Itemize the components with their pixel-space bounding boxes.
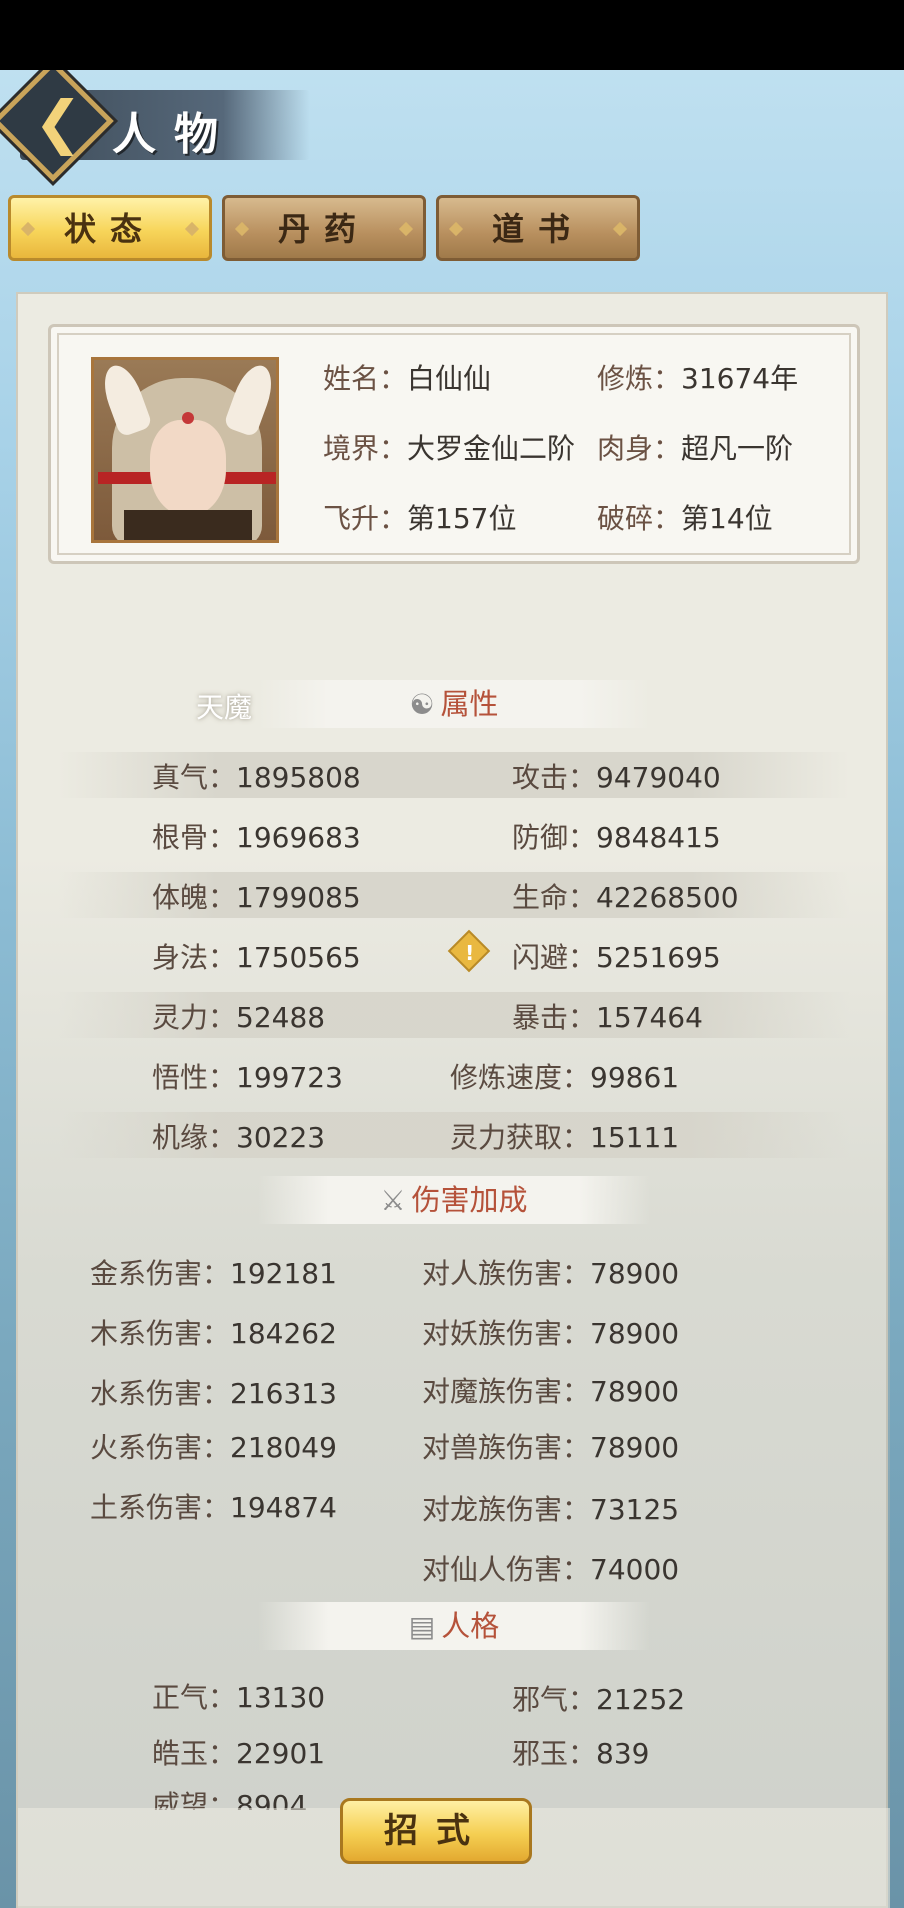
damage-stat: 土系伤害：194874 (90, 1491, 337, 1524)
crossed-swords-icon: ⚔ (380, 1184, 406, 1217)
damage-stat: 对妖族伤害：78900 (422, 1317, 680, 1350)
skills-button[interactable]: 招式 (340, 1798, 532, 1864)
attr-stat: 攻击：9479040 (512, 761, 721, 794)
personality-stat: 邪气：21252 (512, 1683, 686, 1716)
attr-stat: 修炼速度：99861 (450, 1061, 680, 1094)
attr-stat: 防御：9848415 (512, 821, 721, 854)
scroll-icon: ▤ (408, 1610, 436, 1643)
avatar-gem (182, 412, 194, 424)
tab-label: 状态 (63, 210, 156, 248)
attr-stat: 根骨：1969683 (152, 821, 361, 854)
attr-stat: 真气：1895808 (152, 761, 361, 794)
avatar-face (150, 420, 226, 516)
attr-stat: 机缘：30223 (152, 1121, 326, 1154)
section-personality: ▤ 人格 (258, 1602, 650, 1650)
damage-stat: 火系伤害：218049 (90, 1431, 337, 1464)
tab-label: 丹药 (277, 210, 370, 248)
attr-stat: 身法：1750565 (152, 941, 361, 974)
attr-stat: 体魄：1799085 (152, 881, 361, 914)
attr-stat: 闪避：5251695 (512, 941, 721, 974)
attr-stat: 暴击：157464 (512, 1001, 703, 1034)
damage-stat: 对兽族伤害：78900 (422, 1431, 680, 1464)
personality-stat: 邪玉：839 (512, 1737, 650, 1770)
profile-ascend: 飞升：第157位 (323, 502, 517, 535)
tab-ornament (612, 221, 628, 237)
damage-stat: 对龙族伤害：73125 (422, 1493, 680, 1526)
section-attributes: ☯ 属性 (258, 680, 650, 728)
attr-stat: 灵力获取：15111 (450, 1121, 680, 1154)
tab-ornament (398, 221, 414, 237)
chevron-left-icon[interactable]: ❮ (28, 92, 88, 152)
personality-stat: 皓玉：22901 (152, 1737, 326, 1770)
damage-stat: 水系伤害：216313 (90, 1377, 337, 1410)
damage-stat: 对魔族伤害：78900 (422, 1375, 680, 1408)
race-tag: 天魔 (196, 691, 253, 724)
tab-pills[interactable]: 丹药 (222, 195, 426, 261)
status-bar (0, 0, 904, 70)
tab-ornament (234, 221, 250, 237)
profile-card: 姓名：白仙仙 修炼：31674年 境界：大罗金仙二阶 肉身：超凡一阶 飞升：第1… (48, 324, 860, 564)
tab-books[interactable]: 道书 (436, 195, 640, 261)
avatar-robe (124, 510, 252, 540)
tab-label: 道书 (491, 210, 584, 248)
profile-name: 姓名：白仙仙 (323, 362, 492, 395)
damage-stat: 对人族伤害：78900 (422, 1257, 680, 1290)
yin-yang-icon: ☯ (409, 688, 435, 721)
avatar[interactable] (91, 357, 279, 543)
personality-stat: 威望：8904 (152, 1789, 308, 1810)
attr-stat: 生命：42268500 (512, 881, 739, 914)
damage-stat: 对仙人伤害：74000 (422, 1553, 680, 1586)
personality-stat: 正气：13130 (152, 1681, 326, 1714)
profile-realm: 境界：大罗金仙二阶 (323, 432, 576, 465)
section-damage: ⚔ 伤害加成 (258, 1176, 650, 1224)
profile-shatter: 破碎：第14位 (597, 502, 773, 535)
tab-ornament (20, 221, 36, 237)
tab-ornament (448, 221, 464, 237)
character-screen: ❮ 人物 状态 丹药 道书 姓名：白仙仙 修炼：31674年 境界：大罗金仙二阶… (0, 70, 904, 1908)
status-panel: 姓名：白仙仙 修炼：31674年 境界：大罗金仙二阶 肉身：超凡一阶 飞升：第1… (16, 292, 890, 1908)
tab-status[interactable]: 状态 (8, 195, 212, 261)
profile-body: 肉身：超凡一阶 (597, 432, 794, 465)
attr-stat: 灵力：52488 (152, 1001, 326, 1034)
profile-cultivate: 修炼：31674年 (597, 362, 799, 395)
damage-stat: 木系伤害：184262 (90, 1317, 337, 1350)
tab-ornament (184, 221, 200, 237)
page-title: 人物 (112, 109, 236, 160)
damage-stat: 金系伤害：192181 (90, 1257, 337, 1290)
attr-stat: 悟性：199723 (152, 1061, 343, 1094)
